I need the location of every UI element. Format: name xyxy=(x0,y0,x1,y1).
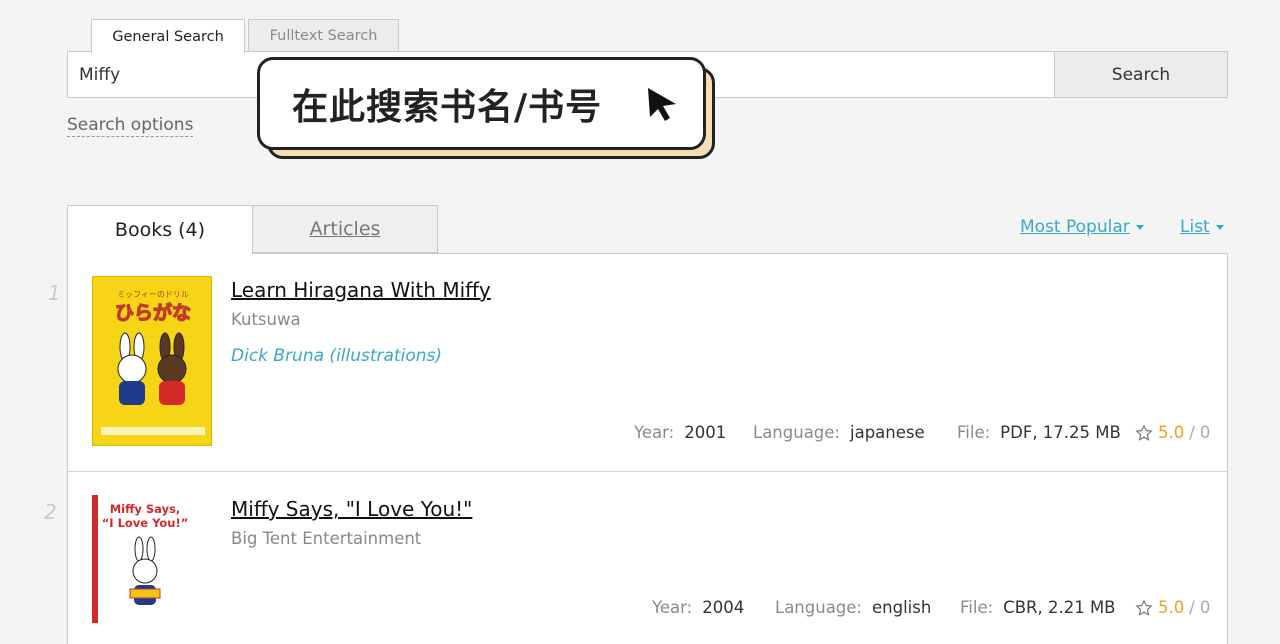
book-cover[interactable]: Miffy Says, “I Love You!” xyxy=(92,495,192,623)
cursor-icon xyxy=(648,88,676,121)
book-author-link[interactable]: Dick Bruna (illustrations) xyxy=(231,346,442,366)
rating-count: 0 xyxy=(1199,423,1211,442)
book-language: Language: japanese xyxy=(753,423,925,442)
language-value: english xyxy=(872,598,932,617)
search-options-link[interactable]: Search options xyxy=(67,114,194,137)
book-year: Year: 2001 xyxy=(634,423,726,442)
cover-title-line1: Miffy Says, xyxy=(110,502,181,516)
year-label: Year: xyxy=(634,423,675,442)
view-label: List xyxy=(1180,217,1210,237)
rating-separator: / xyxy=(1189,423,1195,442)
tab-fulltext-search[interactable]: Fulltext Search xyxy=(248,19,399,52)
rating-count: 0 xyxy=(1199,598,1211,617)
year-value: 2004 xyxy=(702,598,745,617)
cover-title-line2: “I Love You!” xyxy=(102,516,189,530)
tab-general-search[interactable]: General Search xyxy=(91,19,245,53)
star-icon xyxy=(1135,423,1153,441)
language-label: Language: xyxy=(775,598,862,617)
book-cover[interactable]: ミッフィーのドリル ひらがな xyxy=(92,276,212,446)
search-input-value: Miffy xyxy=(79,64,121,85)
tab-books[interactable]: Books (4) xyxy=(67,205,253,254)
book-cover-illustration: ミッフィーのドリル ひらがな xyxy=(101,290,205,435)
file-value: CBR, 2.21 MB xyxy=(1003,598,1116,617)
book-cover-illustration: Miffy Says, “I Love You!” xyxy=(102,502,189,605)
search-button-label: Search xyxy=(1111,64,1171,85)
callout-text: 在此搜索书名/书号 xyxy=(292,86,603,128)
tab-articles[interactable]: Articles xyxy=(252,205,438,253)
cover-top-text: ミッフィーのドリル xyxy=(117,290,189,299)
book-title-link[interactable]: Miffy Says, "I Love You!" xyxy=(231,497,472,521)
book-file: File: CBR, 2.21 MB xyxy=(960,598,1116,617)
tab-general-search-label: General Search xyxy=(112,28,224,45)
tab-fulltext-search-label: Fulltext Search xyxy=(269,28,378,44)
file-label: File: xyxy=(960,598,994,617)
view-list-dropdown[interactable]: List xyxy=(1180,217,1224,237)
tab-books-label: Books (4) xyxy=(114,219,206,241)
book-rating[interactable]: 5.0 / 0 xyxy=(1135,598,1210,617)
language-label: Language: xyxy=(753,423,840,442)
chevron-down-icon xyxy=(1135,224,1144,230)
language-value: japanese xyxy=(850,423,925,442)
book-publisher: Kutsuwa xyxy=(231,310,301,329)
chevron-down-icon xyxy=(1215,224,1224,230)
file-value: PDF, 17.25 MB xyxy=(1000,423,1121,442)
file-label: File: xyxy=(957,423,991,442)
star-icon xyxy=(1135,598,1153,616)
tab-articles-label: Articles xyxy=(309,218,381,240)
book-language: Language: english xyxy=(775,598,931,617)
search-button[interactable]: Search xyxy=(1054,51,1228,98)
rating-score: 5.0 xyxy=(1158,423,1185,442)
book-year: Year: 2004 xyxy=(652,598,744,617)
rating-separator: / xyxy=(1189,598,1195,617)
book-publisher: Big Tent Entertainment xyxy=(231,529,422,548)
year-value: 2001 xyxy=(684,423,727,442)
sort-label: Most Popular xyxy=(1020,217,1130,237)
book-file: File: PDF, 17.25 MB xyxy=(957,423,1121,442)
row-divider xyxy=(68,471,1227,472)
year-label: Year: xyxy=(652,598,693,617)
result-index: 2 xyxy=(44,500,57,524)
book-rating[interactable]: 5.0 / 0 xyxy=(1135,423,1210,442)
result-index: 1 xyxy=(48,281,61,305)
book-title-link[interactable]: Learn Hiragana With Miffy xyxy=(231,278,491,302)
search-hint-callout: 在此搜索书名/书号 xyxy=(257,57,706,150)
sort-most-popular-dropdown[interactable]: Most Popular xyxy=(1020,217,1144,237)
cover-title-text: ひらがな xyxy=(115,301,191,324)
rating-score: 5.0 xyxy=(1158,598,1185,617)
